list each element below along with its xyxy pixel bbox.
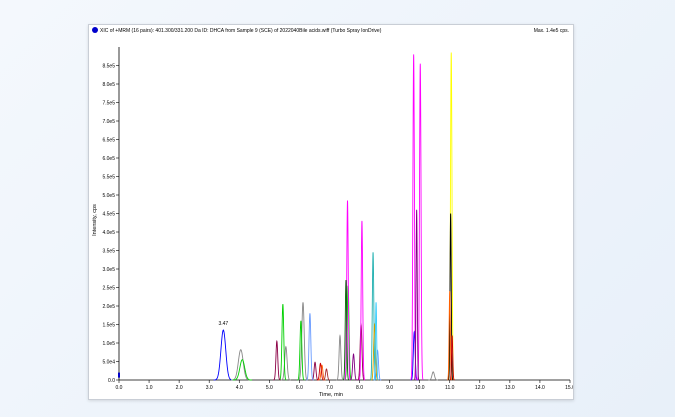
max-label: Max. 1.4e5 cps. [534,28,569,34]
y-tick-label: 5.5e5 [102,174,115,180]
annotations-group: 3.47 [218,321,228,327]
y-tick-label: 1.5e5 [102,322,115,328]
traces-group [213,52,455,381]
x-tick-label: 7.0 [326,385,333,391]
chart-title: XIC of +MRM (16 pairs): 401.300/331.200 … [100,28,382,34]
peak-annotation: 3.47 [218,321,228,327]
peak-trace-0 [213,329,233,381]
xic-chromatogram-chart: XIC of +MRM (16 pairs): 401.300/331.200 … [92,27,573,398]
y-tick-label: 7.0e5 [102,119,115,125]
peak-trace-1 [428,371,439,381]
x-tick-label: 2.0 [176,385,183,391]
x-tick-label: 12.0 [475,385,485,391]
peak-trace-3 [273,339,281,381]
x-tick-label: 0.0 [116,385,123,391]
x-tick-label: 9.0 [386,385,393,391]
baseline-marker [118,372,120,378]
x-tick-label: 13.0 [505,385,515,391]
y-tick-label: 2.5e5 [102,285,115,291]
peak-trace-1 [281,345,291,381]
x-tick-label: 1.0 [146,385,153,391]
y-tick-label: 3.5e5 [102,248,115,254]
y-axis-label: Intensity, cps [92,204,98,236]
x-tick-label: 5.0 [266,385,273,391]
x-tick-label: 8.0 [356,385,363,391]
legend-dot-icon [92,27,98,33]
x-tick-label: 10.0 [415,385,425,391]
x-tick-label: 4.0 [236,385,243,391]
axes-group: 0.0 1.0 2.0 3.0 4.0 5.0 6.0 7.0 8.0 9.0 10.0 11.0 12… [102,47,573,391]
peak-trace-10 [349,353,358,381]
y-tick-label: 5.0e5 [102,193,115,199]
x-tick-label: 14.0 [535,385,545,391]
y-tick-label: 4.5e5 [102,211,115,217]
y-tick-label: 8.5e5 [102,63,115,69]
y-tick-label: 8.0e5 [102,82,115,88]
peak-trace-1 [336,334,344,381]
peak-trace-9 [306,313,314,381]
y-tick-label: 3.0e5 [102,267,115,273]
y-tick-label: 6.5e5 [102,137,115,143]
x-axis-label: Time, min [319,392,343,398]
x-tick-label: 15.0 [565,385,573,391]
peak-trace-4 [417,63,424,381]
chart-frame: XIC of +MRM (16 pairs): 401.300/331.200 … [88,24,574,400]
y-tick-label: 1.0e5 [102,341,115,347]
y-tick-label: 7.5e5 [102,100,115,106]
y-tick-label: 5.0e4 [102,359,115,365]
x-tick-label: 3.0 [206,385,213,391]
y-tick-label: 4.0e5 [102,230,115,236]
x-tick-label: 6.0 [296,385,303,391]
y-tick-label: 2.0e5 [102,304,115,310]
y-tick-label: 0.0 [108,378,115,384]
peak-trace-2 [279,304,287,381]
y-tick-label: 6.0e5 [102,156,115,162]
x-tick-label: 11.0 [445,385,455,391]
